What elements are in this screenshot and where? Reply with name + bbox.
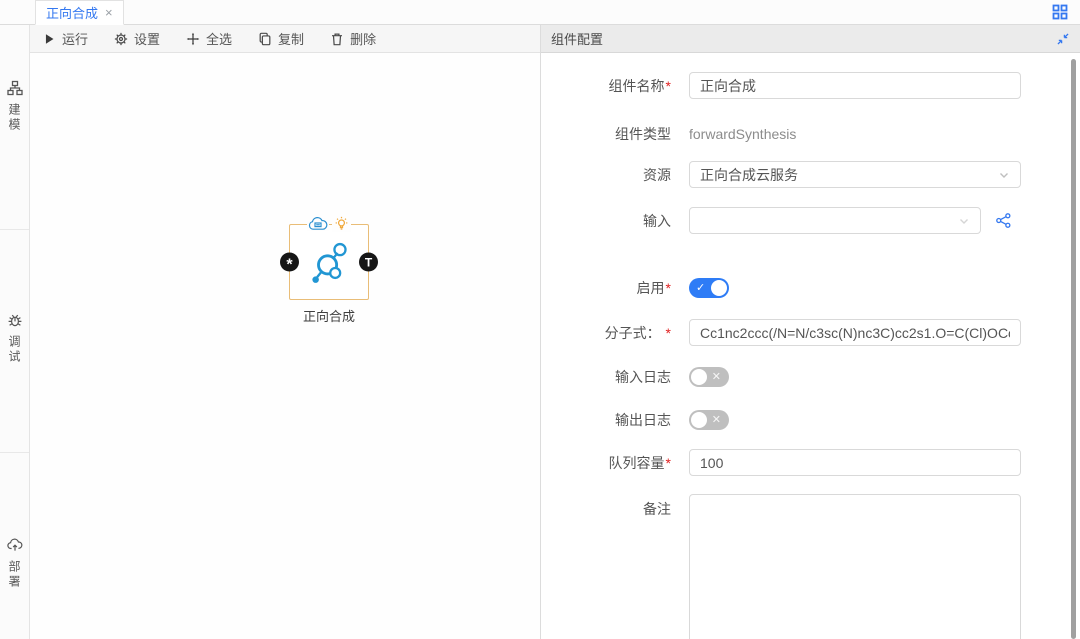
check-icon: ✓ bbox=[696, 278, 705, 298]
tab-bar: 正向合成 × bbox=[0, 0, 1080, 25]
port-t-glyph: T bbox=[365, 255, 372, 269]
required-mark: * bbox=[666, 455, 671, 471]
resource-select[interactable]: 正向合成云服务 bbox=[689, 161, 1021, 188]
formula-input[interactable] bbox=[689, 319, 1021, 346]
label-queue-capacity: 队列容量 bbox=[609, 455, 665, 471]
remark-textarea[interactable] bbox=[689, 494, 1021, 639]
x-icon: ✕ bbox=[712, 410, 721, 430]
config-panel-header: 组件配置 bbox=[541, 25, 1080, 53]
copy-icon bbox=[258, 32, 272, 46]
collapse-icon[interactable] bbox=[1056, 32, 1070, 46]
input-select[interactable] bbox=[689, 207, 981, 234]
sidebar-item-deploy[interactable]: 部署 bbox=[0, 537, 29, 590]
required-mark: * bbox=[666, 280, 671, 296]
field-component-name: 组件名称* bbox=[541, 72, 1080, 99]
select-all-label: 全选 bbox=[206, 29, 232, 48]
cloud-upload-icon bbox=[7, 537, 23, 553]
left-sidebar: 建模 调试 部署 bbox=[0, 25, 30, 639]
canvas-toolbar: 运行 设置 全选 bbox=[30, 25, 540, 53]
gear-icon bbox=[114, 32, 128, 46]
output-log-toggle[interactable]: ✕ bbox=[689, 410, 729, 430]
label-component-type: 组件类型 bbox=[541, 124, 689, 144]
node-forward-synthesis[interactable]: * T 正向合成 bbox=[289, 224, 369, 300]
sidebar-item-modeling[interactable]: 建模 bbox=[0, 80, 29, 133]
label-input-log: 输入日志 bbox=[541, 367, 689, 387]
bug-icon bbox=[7, 312, 23, 328]
config-panel: 组件配置 组件名称* 组件类型 forwardSynthesis 资源 正向合成… bbox=[540, 25, 1080, 639]
workflow-canvas[interactable]: * T 正向合成 bbox=[30, 53, 540, 639]
label-remark: 备注 bbox=[541, 494, 689, 519]
label-enabled: 启用 bbox=[637, 280, 665, 296]
enabled-toggle[interactable]: ✓ bbox=[689, 278, 729, 298]
required-mark: * bbox=[666, 325, 671, 341]
x-icon: ✕ bbox=[712, 367, 721, 387]
run-label: 运行 bbox=[62, 29, 88, 48]
component-name-input[interactable] bbox=[689, 72, 1021, 99]
sidebar-label-deploy: 部署 bbox=[6, 560, 23, 590]
node-input-port[interactable]: * bbox=[280, 253, 299, 272]
field-resource: 资源 正向合成云服务 bbox=[541, 161, 1080, 188]
config-form: 组件名称* 组件类型 forwardSynthesis 资源 正向合成云服务 输… bbox=[541, 53, 1080, 639]
node-label: 正向合成 bbox=[303, 306, 355, 325]
panel-title: 组件配置 bbox=[551, 29, 603, 48]
label-formula: 分子式： bbox=[605, 325, 661, 341]
chevron-down-icon bbox=[958, 214, 972, 228]
copy-label: 复制 bbox=[278, 29, 304, 48]
field-output-log: 输出日志 ✕ bbox=[541, 410, 1080, 430]
label-output-log: 输出日志 bbox=[541, 410, 689, 430]
delete-label: 删除 bbox=[350, 29, 376, 48]
toggle-knob bbox=[691, 412, 707, 428]
share-icon[interactable] bbox=[995, 212, 1012, 229]
sitemap-icon bbox=[7, 80, 23, 96]
toggle-knob bbox=[691, 369, 707, 385]
select-all-button[interactable]: 全选 bbox=[186, 29, 232, 48]
resource-select-value: 正向合成云服务 bbox=[700, 165, 998, 185]
field-input-log: 输入日志 ✕ bbox=[541, 367, 1080, 387]
required-mark: * bbox=[666, 78, 671, 94]
sidebar-item-debug[interactable]: 调试 bbox=[0, 312, 29, 365]
lightbulb-icon bbox=[332, 215, 351, 232]
queue-capacity-input[interactable] bbox=[689, 449, 1021, 476]
copy-button[interactable]: 复制 bbox=[258, 29, 304, 48]
toggle-knob bbox=[711, 280, 727, 296]
label-component-name: 组件名称 bbox=[609, 78, 665, 94]
trash-icon bbox=[330, 32, 344, 46]
chevron-down-icon bbox=[998, 168, 1012, 182]
settings-label: 设置 bbox=[134, 29, 160, 48]
node-output-port[interactable]: T bbox=[359, 253, 378, 272]
tab-label: 正向合成 bbox=[46, 3, 98, 22]
field-component-type: 组件类型 forwardSynthesis bbox=[541, 124, 1080, 144]
tab-close-icon[interactable]: × bbox=[105, 5, 113, 20]
field-remark: 备注 bbox=[541, 494, 1080, 639]
delete-button[interactable]: 删除 bbox=[330, 29, 376, 48]
run-button[interactable]: 运行 bbox=[42, 29, 88, 48]
label-resource: 资源 bbox=[541, 165, 689, 185]
label-input: 输入 bbox=[541, 211, 689, 231]
panel-scrollbar[interactable] bbox=[1071, 59, 1076, 639]
tab-bar-spacer bbox=[0, 0, 35, 24]
cloud-service-icon bbox=[307, 217, 329, 231]
grid-apps-icon[interactable] bbox=[1052, 4, 1068, 20]
field-queue-capacity: 队列容量* bbox=[541, 449, 1080, 476]
molecule-icon bbox=[308, 239, 350, 285]
input-log-toggle[interactable]: ✕ bbox=[689, 367, 729, 387]
component-type-value: forwardSynthesis bbox=[689, 126, 796, 142]
sidebar-label-debug: 调试 bbox=[6, 335, 23, 365]
move-cross-icon bbox=[186, 32, 200, 46]
field-formula: 分子式： * bbox=[541, 319, 1080, 346]
settings-button[interactable]: 设置 bbox=[114, 29, 160, 48]
sidebar-divider bbox=[0, 229, 29, 230]
sidebar-label-modeling: 建模 bbox=[6, 103, 23, 133]
field-enabled: 启用* ✓ bbox=[541, 278, 1080, 298]
play-icon bbox=[42, 32, 56, 46]
sidebar-divider bbox=[0, 452, 29, 453]
field-input: 输入 bbox=[541, 207, 1080, 234]
tab-forward-synthesis[interactable]: 正向合成 × bbox=[35, 0, 124, 25]
